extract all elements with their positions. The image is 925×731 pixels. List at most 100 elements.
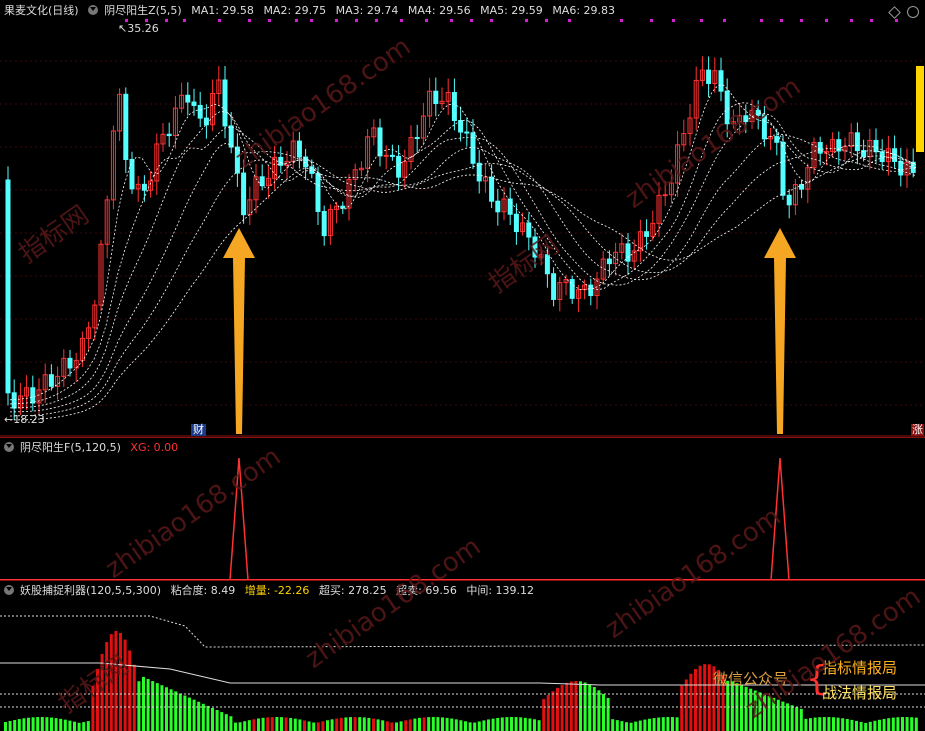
demon-stock-panel[interactable]: 妖股捕捉利器(120,5,5,300) 粘合度: 8.49 增量: -22.26… [0, 580, 925, 731]
indicator-menu-icon[interactable] [4, 585, 14, 595]
chaomai-line [0, 615, 925, 648]
candle-body [898, 160, 904, 176]
volume-bar [450, 718, 454, 731]
volume-bar [211, 707, 214, 731]
volume-bar [845, 719, 849, 731]
volume-bar [160, 685, 164, 731]
signal-indicator-name[interactable]: 阴尽阳生F(5,120,5) [20, 441, 121, 454]
volume-bar [220, 712, 224, 731]
volume-bar [454, 719, 458, 731]
volume-bar [408, 719, 412, 731]
volume-bar [413, 718, 417, 731]
low-price-label: ←18.23 [4, 413, 45, 426]
volume-bar [477, 721, 481, 731]
volume-bar [523, 717, 527, 731]
volume-bar [422, 717, 426, 731]
volume-bar [620, 721, 624, 731]
candle-body [241, 172, 247, 216]
volume-bar [790, 705, 794, 731]
candle-body [706, 69, 712, 84]
signal-dot [895, 19, 898, 22]
volume-bar [822, 717, 826, 731]
main-header: 果麦文化(日线) 阴尽阳生Z(5,5) MA1: 29.58 MA2: 29.7… [4, 4, 621, 18]
volume-bar [367, 717, 371, 731]
signal-dot [870, 19, 873, 22]
stock-title[interactable]: 果麦文化(日线) [4, 4, 79, 17]
indicator-menu-icon[interactable] [88, 5, 99, 15]
candle-body [513, 213, 519, 233]
signal-dot [760, 19, 763, 22]
volume-bar [312, 722, 316, 731]
volume-bar [487, 719, 490, 731]
volume-bar [385, 721, 389, 731]
volume-bar [376, 719, 380, 731]
signal-dot [470, 19, 473, 22]
candle-body [259, 176, 265, 187]
candle-body [644, 231, 650, 237]
candle-body [377, 127, 383, 157]
volume-bar [54, 718, 58, 731]
signal-dot [248, 19, 251, 22]
candle-body [873, 139, 879, 153]
volume-bar [358, 717, 362, 731]
volume-bar [602, 693, 605, 731]
indicator-menu-icon[interactable] [4, 442, 14, 452]
candle-body [11, 392, 17, 409]
candle-body [197, 104, 203, 119]
signal-dot [165, 19, 168, 22]
volume-bar [22, 718, 26, 731]
volume-bar [625, 722, 628, 731]
volume-bar [804, 718, 808, 731]
nianhe-value: 粘合度: 8.49 [170, 584, 236, 597]
candle-body [489, 176, 495, 202]
candle-body [507, 198, 513, 215]
volume-bar [137, 681, 141, 731]
settings-icon[interactable] [907, 6, 919, 18]
ma3-value: MA3: 29.74 [335, 4, 399, 17]
volume-bar [183, 695, 187, 731]
volume-bar [68, 720, 72, 731]
volume-bars-chart [0, 615, 925, 731]
ma1-value: MA1: 29.58 [191, 4, 254, 17]
volume-bar [321, 721, 325, 731]
volume-bar [284, 717, 288, 731]
chart-window: 果麦文化(日线) 阴尽阳生Z(5,5) MA1: 29.58 MA2: 29.7… [0, 0, 925, 731]
finance-badge[interactable]: 财 [191, 424, 206, 436]
candle-body [123, 93, 129, 160]
volume-bar [694, 669, 697, 731]
signal-dot [183, 19, 186, 22]
indicator-name[interactable]: 阴尽阳生Z(5,5) [104, 4, 182, 17]
volume-bar [459, 720, 463, 731]
volume-bar [229, 716, 233, 731]
volume-bar [818, 717, 822, 731]
volume-bar [372, 718, 375, 731]
volume-bar [146, 678, 150, 731]
volume-bar [634, 721, 638, 731]
volume-bar [307, 721, 311, 731]
volume-bar [657, 717, 661, 731]
demon-indicator-name[interactable]: 妖股捕捉利器(120,5,5,300) [20, 584, 161, 597]
candle-body [414, 137, 420, 140]
volume-bar [123, 639, 127, 731]
main-chart-panel[interactable]: 果麦文化(日线) 阴尽阳生Z(5,5) MA1: 29.58 MA2: 29.7… [0, 0, 925, 437]
volume-bar [698, 665, 702, 731]
volume-bar [445, 717, 449, 731]
volume-bar [234, 722, 237, 731]
candle-body [606, 258, 612, 265]
volume-bar [680, 685, 684, 731]
high-price-label: ↖35.26 [118, 22, 159, 35]
volume-bar [905, 717, 909, 731]
volume-bar [533, 719, 536, 731]
signal-dot [700, 19, 703, 22]
volume-bar [468, 722, 472, 731]
volume-bar [399, 721, 403, 731]
volume-bar [579, 681, 582, 731]
volume-bar [50, 717, 53, 731]
volume-bar [247, 720, 251, 731]
volume-bar [675, 717, 679, 731]
ma4-value: MA4: 29.56 [407, 4, 471, 17]
signal-dot [218, 19, 221, 22]
volume-bar [27, 717, 30, 731]
candle-body [451, 92, 457, 122]
candle-body [854, 132, 860, 152]
